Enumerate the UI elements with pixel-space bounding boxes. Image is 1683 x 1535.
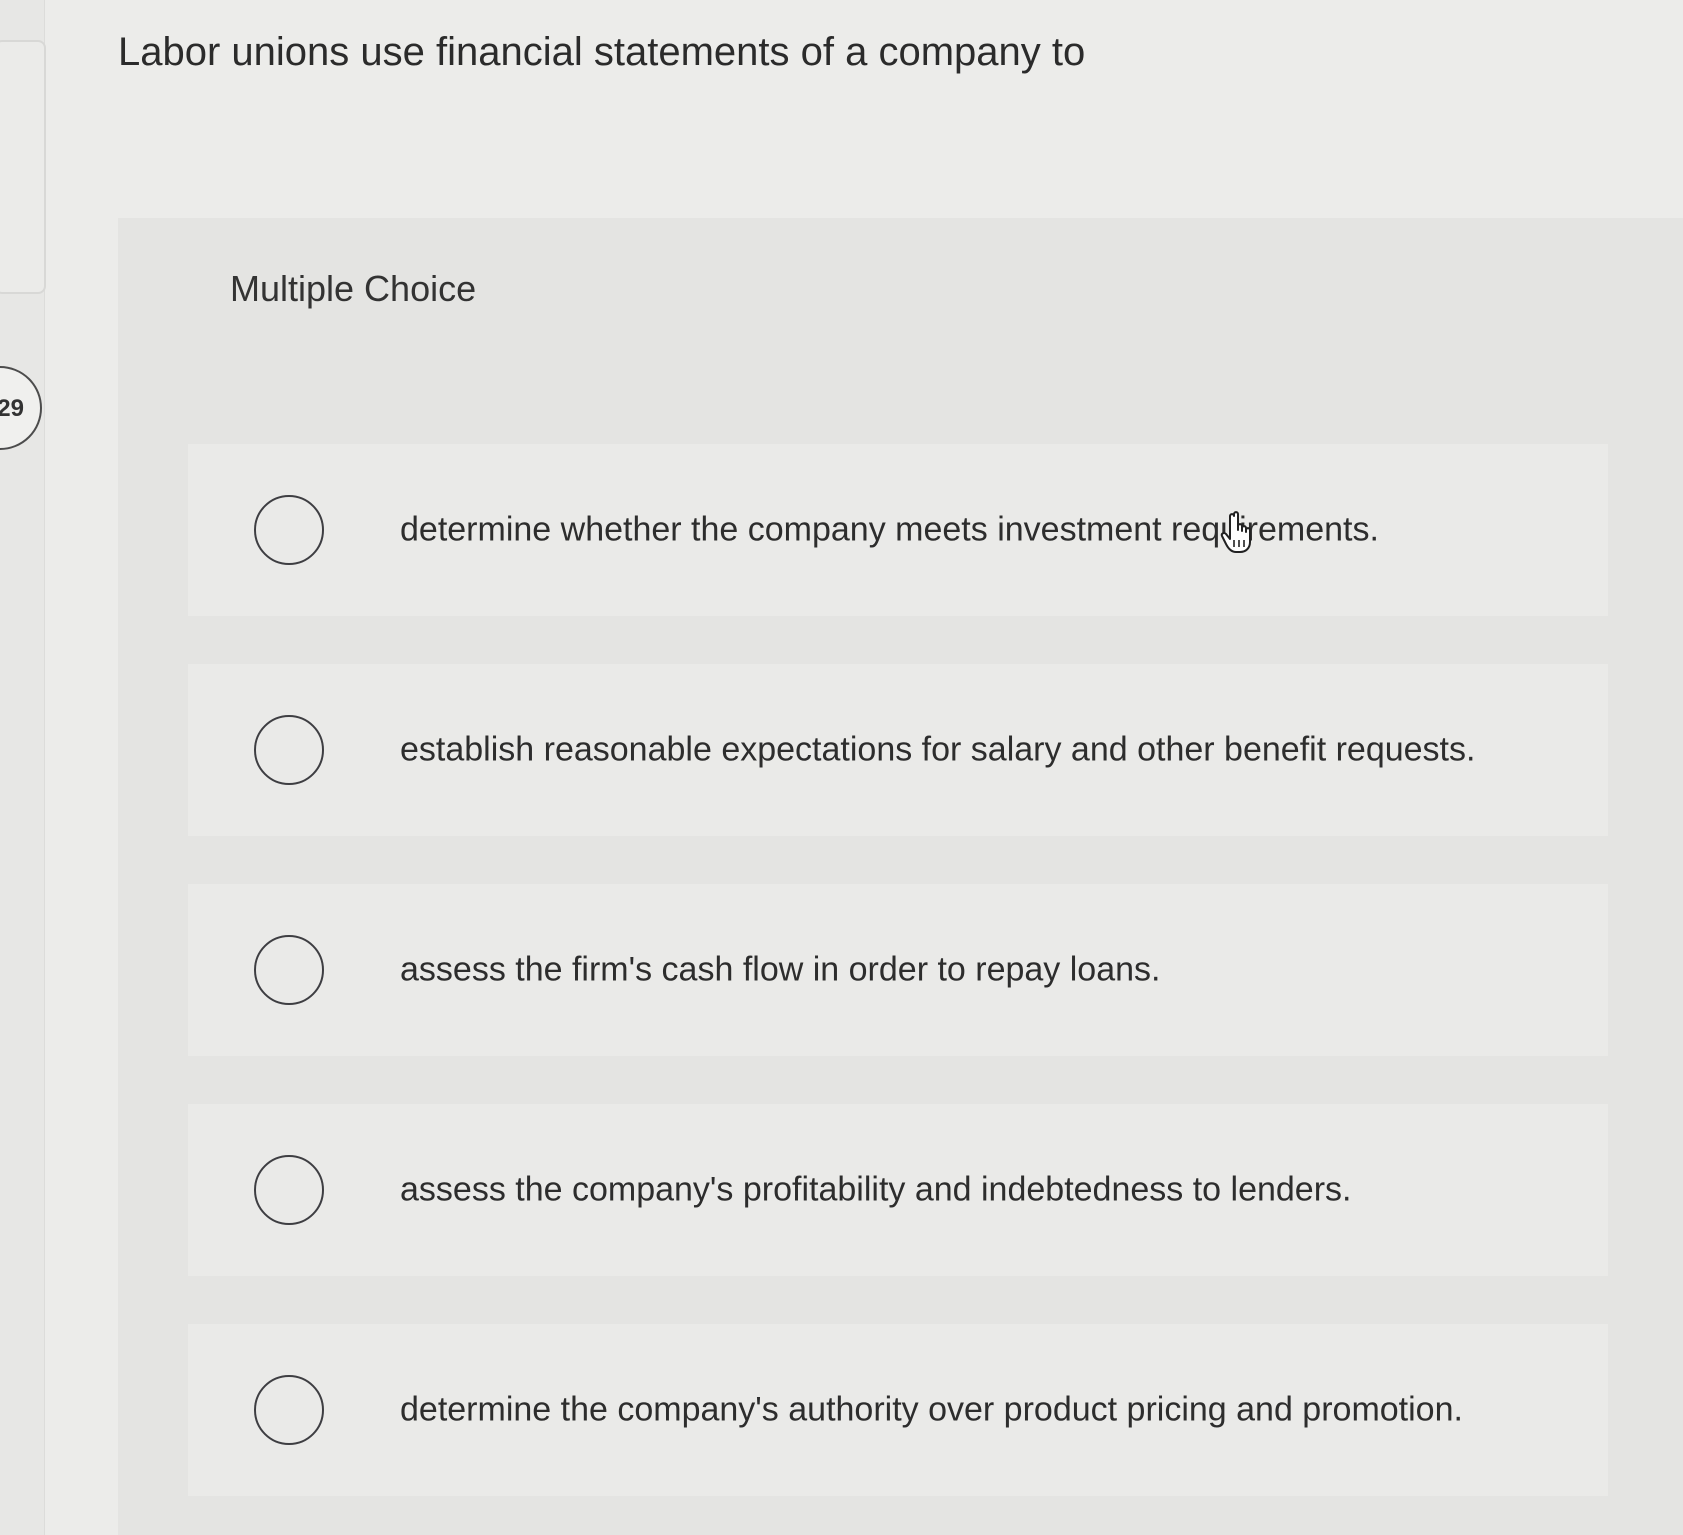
question-stem: Labor unions use financial statements of… (118, 30, 1086, 74)
hand-pointer-icon (1220, 511, 1251, 553)
choice-option-a[interactable]: determine whether the company meets inve… (188, 444, 1608, 616)
radio-button[interactable] (254, 1155, 324, 1225)
radio-button[interactable] (254, 935, 324, 1005)
choice-option-c[interactable]: assess the firm's cash flow in order to … (188, 884, 1608, 1056)
left-rail: 29 (0, 0, 46, 1535)
choice-label[interactable]: assess the firm's cash flow in order to … (400, 951, 1160, 990)
choice-label[interactable]: establish reasonable expectations for sa… (400, 731, 1475, 770)
side-card (0, 40, 46, 294)
question-number: 29 (0, 395, 24, 422)
radio-button[interactable] (254, 495, 324, 565)
radio-button[interactable] (254, 715, 324, 785)
multiple-choice-panel: Multiple Choice determine whether the co… (118, 218, 1683, 1535)
radio-button[interactable] (254, 1375, 324, 1445)
choice-option-b[interactable]: establish reasonable expectations for sa… (188, 664, 1608, 836)
choice-option-d[interactable]: assess the company's profitability and i… (188, 1104, 1608, 1276)
choice-label[interactable]: assess the company's profitability and i… (400, 1171, 1352, 1210)
question-number-badge[interactable]: 29 (0, 366, 42, 450)
choice-option-e[interactable]: determine the company's authority over p… (188, 1324, 1608, 1496)
question-type-label: Multiple Choice (230, 268, 477, 309)
choice-label[interactable]: determine the company's authority over p… (400, 1391, 1463, 1430)
